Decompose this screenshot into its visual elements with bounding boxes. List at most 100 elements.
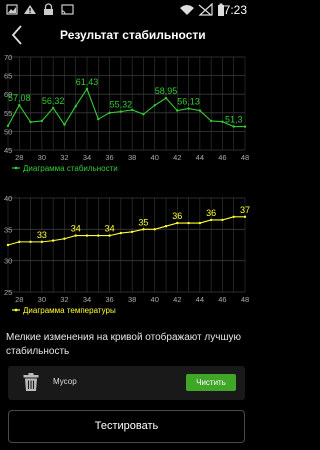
data-point (164, 225, 168, 228)
data-point (85, 234, 89, 237)
page-title: Результат стабильности (60, 28, 206, 42)
data-label: 36 (172, 211, 182, 221)
data-point (119, 231, 123, 235)
x-tick-label: 28 (15, 153, 23, 162)
data-label: 56,13 (177, 97, 200, 107)
data-point (108, 234, 111, 237)
x-tick-label: 42 (173, 295, 181, 304)
trash-icon (23, 373, 39, 391)
lock-icon (44, 3, 53, 15)
x-tick-label: 40 (151, 153, 159, 162)
data-point (130, 230, 134, 234)
x-tick-label: 32 (60, 295, 68, 304)
data-point (142, 113, 145, 116)
data-point (153, 104, 156, 107)
data-point (243, 215, 247, 218)
data-label: 55,32 (110, 100, 133, 110)
x-tick-label: 38 (128, 295, 136, 304)
data-label: 51,3 (225, 115, 243, 125)
data-point (85, 87, 89, 91)
x-tick-label: 48 (241, 295, 249, 304)
data-point (74, 234, 77, 237)
image-icon (6, 4, 18, 15)
data-label: 33 (37, 230, 47, 240)
stability-info-text: Мелкие изменения на кривой отображают лу… (6, 332, 241, 357)
data-point (153, 228, 156, 231)
data-point (187, 107, 190, 110)
data-point (232, 215, 235, 218)
data-point (198, 109, 202, 112)
x-tick-label: 34 (83, 295, 91, 304)
data-point (198, 221, 202, 225)
data-label: 36 (206, 208, 216, 218)
status-time: 7:23 (223, 3, 247, 17)
data-point (74, 104, 77, 108)
data-point (6, 124, 10, 128)
data-point (40, 119, 44, 123)
x-tick-label: 40 (151, 295, 159, 304)
legend-marker (14, 166, 18, 170)
status-bar-icons (6, 2, 224, 16)
data-label: 56,32 (42, 96, 65, 106)
wifi-icon (180, 5, 194, 15)
x-tick-label: 48 (241, 153, 249, 162)
data-point (187, 221, 190, 225)
temperature-chart-svg: 2530354028 30 32 34 36 38 40 42 44 46 483334 343536… (0, 193, 253, 318)
legend-label: Диаграмма температуры (23, 306, 116, 315)
data-point (63, 123, 66, 126)
data-label: 61,43 (76, 77, 99, 87)
data-label: 34 (105, 224, 115, 234)
x-tick-label: 46 (218, 295, 226, 304)
data-point (51, 106, 55, 110)
legend-label: Диаграмма стабильности (23, 164, 118, 173)
data-label: 34 (71, 224, 81, 234)
data-point (209, 218, 213, 222)
data-point (97, 117, 100, 121)
data-point (97, 234, 100, 237)
test-button[interactable]: Тестировать (8, 410, 245, 443)
x-tick-label: 34 (83, 153, 91, 162)
data-point (51, 239, 55, 242)
data-point (221, 120, 224, 123)
data-point (18, 103, 21, 107)
app-header: Результат стабильности (0, 20, 253, 50)
x-tick-label: 42 (173, 153, 181, 162)
x-tick-label: 36 (105, 295, 113, 304)
cast-icon (61, 4, 74, 15)
data-point (18, 240, 21, 244)
data-label: 35 (138, 217, 148, 227)
x-tick-label: 38 (128, 153, 136, 162)
x-tick-label: 30 (38, 295, 46, 304)
x-tick-label: 36 (105, 153, 113, 162)
temperature-chart: 25 30 35 40 28 30 32 34 36 38 40 42 44 46 48 33 34 34 35 36… (0, 193, 253, 318)
back-arrow-icon[interactable] (6, 22, 30, 48)
data-point (209, 119, 213, 123)
data-point (164, 96, 168, 100)
stability-chart-svg: 45505560657028 30 32 34 36 38 40 42 44 46 4857,08 5… (0, 52, 253, 180)
data-point (29, 240, 32, 244)
data-point (176, 109, 179, 112)
data-point (221, 218, 224, 222)
data-label: 57,08 (8, 93, 31, 103)
legend-marker (14, 308, 18, 312)
data-label: 58,95 (155, 86, 178, 96)
data-point (232, 125, 235, 128)
trash-card: Мусор Чистить (8, 366, 245, 400)
trash-label: Мусор (53, 377, 77, 386)
x-tick-label: 28 (15, 295, 23, 304)
data-point (108, 111, 111, 114)
data-point (119, 110, 123, 113)
clean-button[interactable]: Чистить (186, 374, 236, 391)
stability-chart: 45 50 55 60 65 70 28 30 32 34 36 38 40 42 44 46 48 57,08 5… (0, 52, 253, 180)
x-tick-label: 30 (38, 153, 46, 162)
data-point (6, 243, 10, 247)
status-bar: 7:23 (0, 0, 253, 20)
x-tick-label: 44 (196, 153, 204, 162)
data-point (176, 221, 179, 225)
data-label: 37 (240, 205, 250, 215)
data-point (63, 237, 66, 240)
data-point (40, 240, 44, 244)
x-tick-label: 46 (218, 153, 226, 162)
data-point (142, 228, 145, 231)
data-point (29, 120, 32, 124)
